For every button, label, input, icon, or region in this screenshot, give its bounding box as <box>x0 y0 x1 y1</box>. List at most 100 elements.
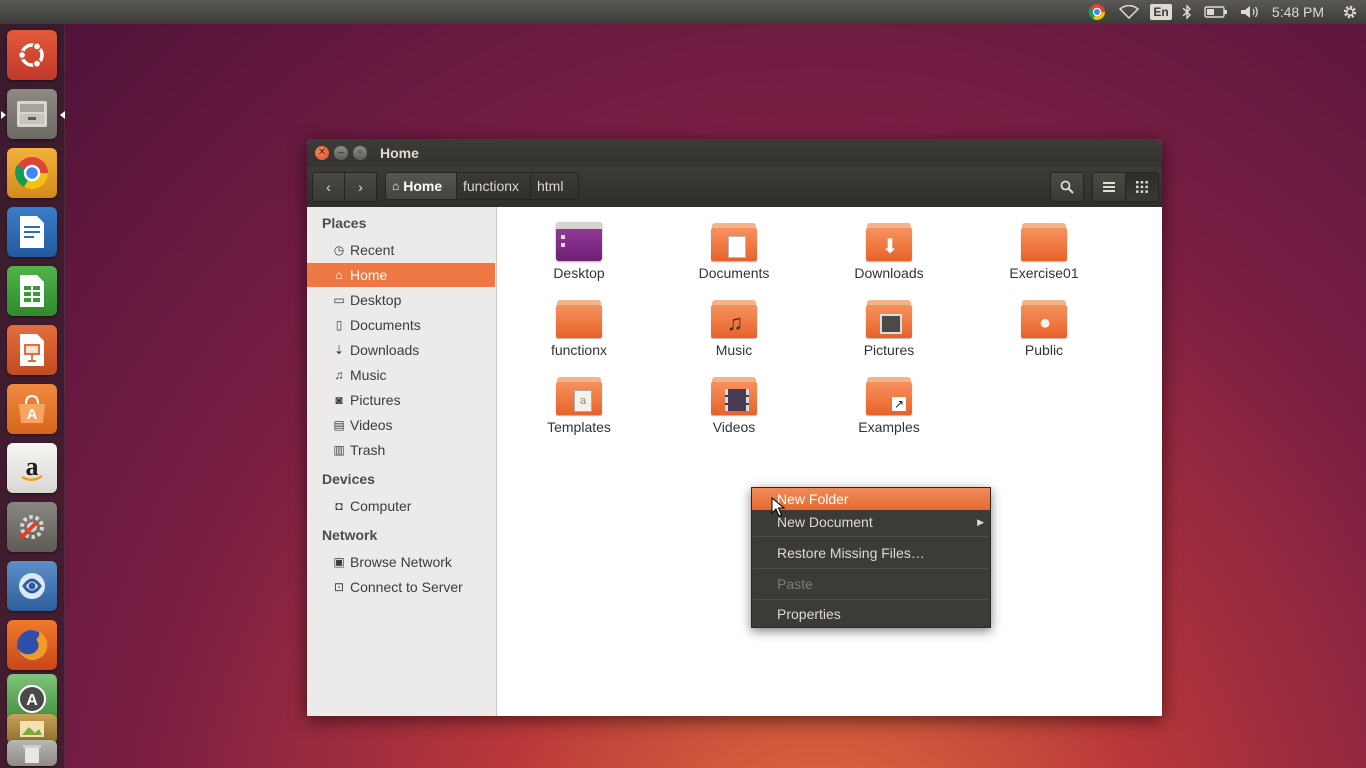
folder-icon <box>1021 223 1067 261</box>
bluetooth-icon[interactable] <box>1178 0 1196 24</box>
sidebar-item-desktop[interactable]: ▭ Desktop <box>307 288 495 312</box>
sidebar-item-label: Documents <box>350 317 421 333</box>
maximize-button[interactable]: ▫ <box>353 146 367 160</box>
sidebar-item-label: Recent <box>350 242 395 258</box>
svg-text:a: a <box>26 452 39 481</box>
launcher: A a A <box>0 24 65 768</box>
keyboard-layout-indicator[interactable]: En <box>1150 0 1172 24</box>
mouse-pointer-icon <box>771 497 785 517</box>
sidebar-item-label: Music <box>350 367 387 383</box>
list-view-button[interactable] <box>1092 172 1126 202</box>
system-settings-icon[interactable] <box>7 502 57 552</box>
file-item-functionx[interactable]: functionx <box>519 294 639 364</box>
writer-icon[interactable] <box>7 207 57 257</box>
music-icon: ♫ <box>334 368 344 382</box>
desktop-icon: ▭ <box>333 293 345 307</box>
software-center-icon[interactable]: A <box>7 384 57 434</box>
file-item-videos[interactable]: Videos <box>674 371 794 441</box>
menu-separator <box>753 599 989 600</box>
wifi-icon[interactable] <box>1117 0 1141 24</box>
pictures-folder-icon <box>866 300 912 338</box>
window-title: Home <box>380 145 419 161</box>
sidebar-item-videos[interactable]: ▤ Videos <box>307 413 495 437</box>
menu-separator <box>753 568 989 569</box>
desktop-folder-icon <box>556 222 602 261</box>
running-indicator <box>60 111 65 119</box>
breadcrumb-home[interactable]: ⌂ Home <box>385 172 457 200</box>
svg-text:A: A <box>27 406 38 423</box>
sidebar-item-label: Connect to Server <box>350 579 463 595</box>
sidebar-item-label: Browse Network <box>350 554 452 570</box>
trash-icon[interactable] <box>7 740 57 766</box>
file-item-music[interactable]: ♫ Music <box>674 294 794 364</box>
amazon-icon[interactable]: a <box>7 443 57 493</box>
file-item-documents[interactable]: Documents <box>674 217 794 287</box>
sidebar-item-browse-network[interactable]: ▣ Browse Network <box>307 550 495 574</box>
breadcrumb-functionx[interactable]: functionx <box>457 172 531 200</box>
sidebar-item-downloads[interactable]: ⇣ Downloads <box>307 338 495 362</box>
sidebar-item-music[interactable]: ♫ Music <box>307 363 495 387</box>
file-view[interactable]: Desktop Documents ⬇ Downloads Exercise01… <box>497 207 1162 716</box>
templates-folder-icon: a <box>556 377 602 415</box>
file-name: Music <box>715 342 753 358</box>
firefox-icon[interactable] <box>7 620 57 670</box>
back-button[interactable]: ‹ <box>312 172 345 202</box>
grid-view-button[interactable] <box>1125 172 1159 202</box>
sidebar-item-connect-to-server[interactable]: ⊡ Connect to Server <box>307 575 495 599</box>
context-menu: New Folder New Document ▶ Restore Missin… <box>751 487 991 628</box>
menu-item-label: Restore Missing Files… <box>777 545 925 561</box>
sidebar-item-label: Desktop <box>350 292 402 308</box>
sidebar-item-label: Videos <box>350 417 393 433</box>
file-item-examples[interactable]: ↗ Examples <box>829 371 949 441</box>
calc-icon[interactable] <box>7 266 57 316</box>
file-name: Pictures <box>863 342 915 358</box>
list-icon <box>1103 182 1115 192</box>
sidebar-item-label: Computer <box>350 498 412 514</box>
download-icon: ⇣ <box>333 343 345 357</box>
menu-item-label: New Folder <box>777 491 849 507</box>
file-name: functionx <box>550 342 608 358</box>
home-icon: ⌂ <box>335 268 343 282</box>
gear-icon[interactable] <box>1338 0 1362 24</box>
close-button[interactable]: ✕ <box>315 146 329 160</box>
title-bar[interactable]: ✕ – ▫ Home <box>307 139 1162 167</box>
app-icon[interactable] <box>7 561 57 611</box>
files-icon[interactable] <box>7 89 57 139</box>
impress-icon[interactable] <box>7 325 57 375</box>
menu-item-new-document[interactable]: New Document ▶ <box>752 511 990 533</box>
chrome-icon[interactable] <box>7 148 57 198</box>
sidebar-item-pictures[interactable]: ◙ Pictures <box>307 388 495 412</box>
file-item-desktop[interactable]: Desktop <box>519 217 639 287</box>
downloads-folder-icon: ⬇ <box>866 223 912 261</box>
file-item-public[interactable]: ● Public <box>984 294 1104 364</box>
file-item-downloads[interactable]: ⬇ Downloads <box>829 217 949 287</box>
minimize-button[interactable]: – <box>334 146 348 160</box>
menu-item-properties[interactable]: Properties <box>752 601 990 627</box>
breadcrumb-html[interactable]: html <box>531 172 579 200</box>
camera-icon: ◙ <box>335 393 343 407</box>
sidebar-item-computer[interactable]: ◘ Computer <box>307 494 495 518</box>
file-name: Examples <box>858 419 920 435</box>
sidebar-item-documents[interactable]: ▯ Documents <box>307 313 495 337</box>
videos-folder-icon <box>711 377 757 415</box>
battery-icon[interactable] <box>1202 0 1230 24</box>
chrome-icon[interactable] <box>1087 0 1107 24</box>
sidebar-item-recent[interactable]: ◷ Recent <box>307 238 495 262</box>
volume-icon[interactable] <box>1238 0 1262 24</box>
ubuntu-logo-icon[interactable] <box>7 30 57 80</box>
sidebar-item-home[interactable]: ⌂ Home <box>307 263 495 287</box>
menu-item-restore-missing-files[interactable]: Restore Missing Files… <box>752 539 990 567</box>
sidebar-heading-network: Network <box>322 527 378 543</box>
menu-separator <box>753 536 989 537</box>
file-item-templates[interactable]: a Templates <box>519 371 639 441</box>
search-button[interactable] <box>1050 172 1084 202</box>
sidebar-item-trash[interactable]: ▥ Trash <box>307 438 495 462</box>
file-item-exercise01[interactable]: Exercise01 <box>984 217 1104 287</box>
clock[interactable]: 5:48 PM <box>1268 0 1328 24</box>
public-folder-icon: ● <box>1021 300 1067 338</box>
menu-item-new-folder[interactable]: New Folder <box>752 488 990 510</box>
sidebar-item-label: Trash <box>350 442 386 458</box>
menu-item-label: Properties <box>777 606 841 622</box>
file-item-pictures[interactable]: Pictures <box>829 294 949 364</box>
forward-button[interactable]: › <box>344 172 377 202</box>
